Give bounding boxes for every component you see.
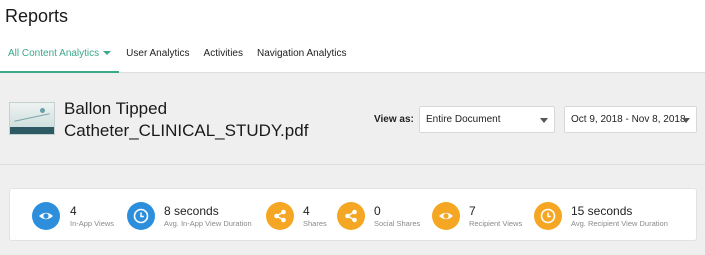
stat-label: Avg. Recipient View Duration (571, 219, 668, 228)
stat-icon-circle (32, 202, 60, 230)
thumbnail-image-bottom (10, 127, 54, 134)
stat-value: 4 (303, 204, 310, 218)
document-title: Ballon Tipped Catheter_CLINICAL_STUDY.pd… (64, 98, 354, 142)
thumbnail-image-top (10, 103, 54, 127)
stat-value: 0 (374, 204, 381, 218)
share-icon (345, 209, 357, 223)
view-as-select[interactable]: Entire Document (419, 106, 555, 133)
stat-label: Avg. In-App View Duration (164, 219, 252, 228)
tab-label: All Content Analytics (8, 48, 100, 59)
stat-icon-circle (337, 202, 365, 230)
dropdown-arrow-icon (682, 118, 690, 123)
document-header: Ballon Tipped Catheter_CLINICAL_STUDY.pd… (0, 74, 705, 165)
view-as-value: Entire Document (426, 114, 501, 125)
stat-value: 8 seconds (164, 204, 219, 218)
stat-icon-circle (266, 202, 294, 230)
document-thumbnail (9, 102, 55, 135)
stat-icon-circle (127, 202, 155, 230)
top-bar: Reports All Content Analytics User Analy… (0, 0, 705, 73)
share-icon (274, 209, 286, 223)
stat-label: Social Shares (374, 219, 421, 228)
clock-icon (540, 208, 556, 224)
report-tabs: All Content Analytics User Analytics Act… (0, 40, 353, 73)
date-range-value: Oct 9, 2018 - Nov 8, 2018 (571, 114, 686, 125)
date-range-select[interactable]: Oct 9, 2018 - Nov 8, 2018 (564, 106, 697, 133)
stat-value: 7 (469, 204, 476, 218)
stat-label: Recipient Views (469, 219, 523, 228)
tab-navigation-analytics[interactable]: Navigation Analytics (250, 40, 354, 73)
page-title: Reports (5, 6, 69, 26)
tab-activities[interactable]: Activities (197, 40, 250, 73)
chevron-down-icon (103, 51, 112, 55)
view-as-label: View as: (374, 114, 414, 125)
stats-card: 4 In-App Views 8 seconds Avg. In-App Vie… (9, 188, 697, 241)
tab-user-analytics[interactable]: User Analytics (119, 40, 196, 73)
eye-icon (39, 212, 53, 220)
stat-value: 4 (70, 204, 77, 218)
stat-icon-circle (432, 202, 460, 230)
document-title-line2: Catheter_CLINICAL_STUDY.pdf (64, 121, 309, 140)
document-title-line1: Ballon Tipped (64, 99, 168, 118)
eye-icon (439, 212, 453, 220)
stat-value: 15 seconds (571, 204, 633, 218)
dropdown-arrow-icon (540, 118, 548, 123)
stat-label: Shares (303, 219, 327, 228)
tab-all-content-analytics[interactable]: All Content Analytics (0, 40, 120, 73)
stat-label: In-App Views (70, 219, 115, 228)
thumbnail-dot (40, 108, 45, 113)
clock-icon (133, 208, 149, 224)
stat-icon-circle (534, 202, 562, 230)
